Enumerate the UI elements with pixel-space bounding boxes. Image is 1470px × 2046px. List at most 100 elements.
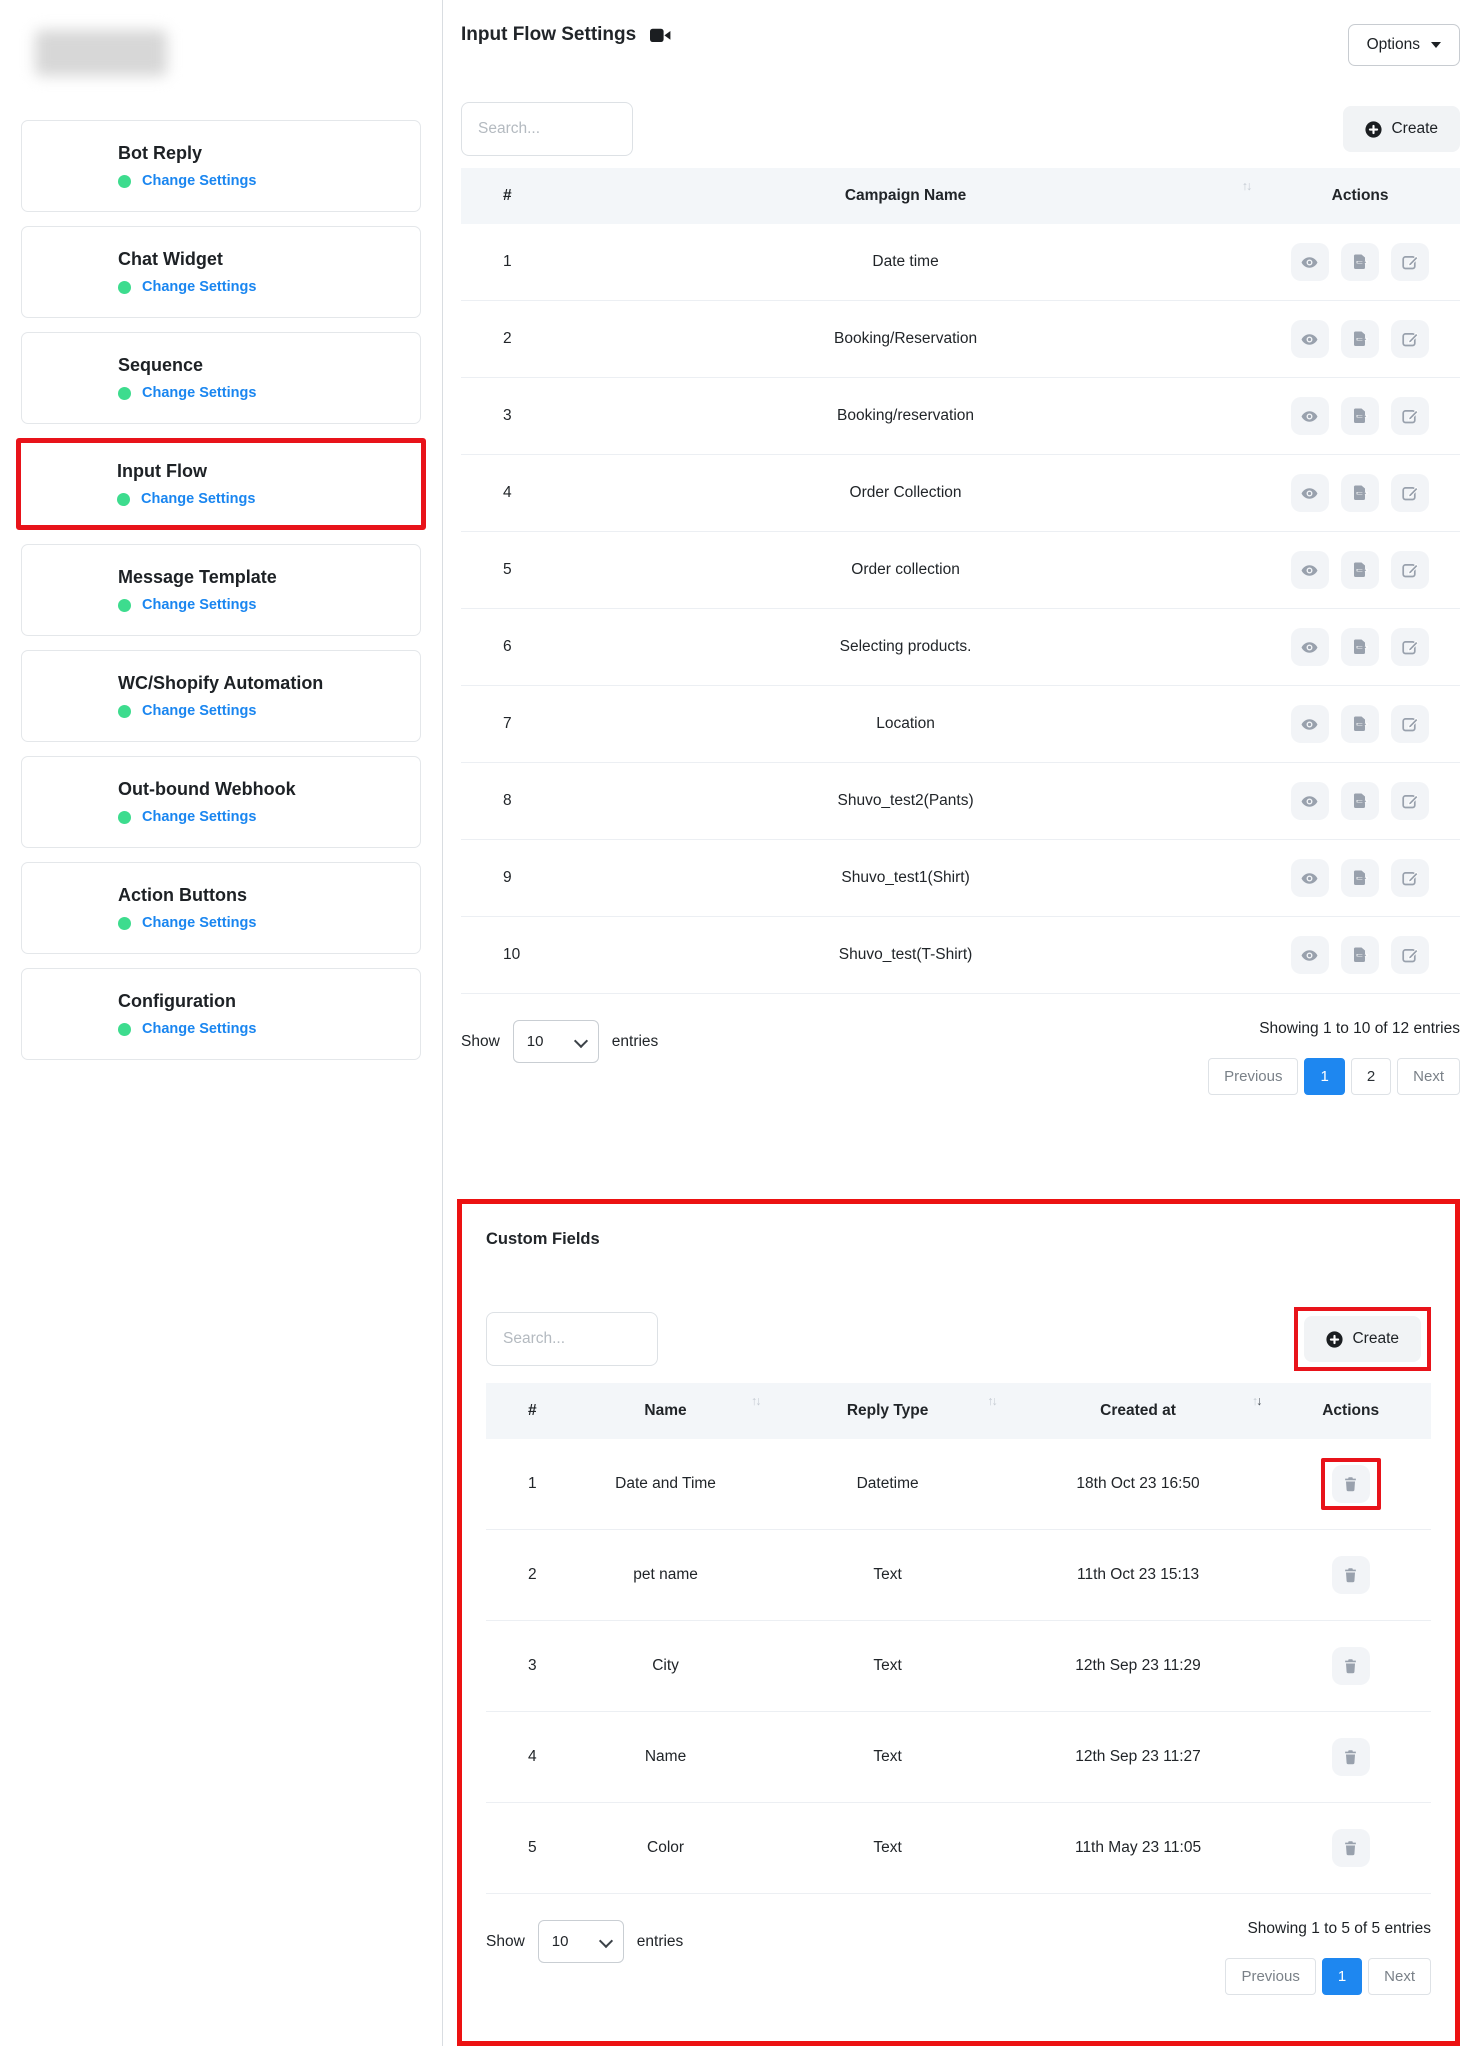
row-number: 7 bbox=[461, 686, 551, 763]
custom-fields-create-button[interactable]: Create bbox=[1304, 1316, 1421, 1362]
edit-button[interactable] bbox=[1391, 936, 1429, 974]
view-button[interactable] bbox=[1291, 628, 1329, 666]
video-camera-icon[interactable] bbox=[650, 28, 671, 43]
page-number-button[interactable]: 1 bbox=[1304, 1058, 1344, 1095]
row-actions bbox=[1260, 224, 1460, 301]
view-button[interactable] bbox=[1291, 859, 1329, 897]
edit-button[interactable] bbox=[1391, 859, 1429, 897]
view-button[interactable] bbox=[1291, 936, 1329, 974]
export-button[interactable] bbox=[1341, 397, 1379, 435]
field-name-cell: pet name bbox=[562, 1530, 770, 1621]
change-settings-link[interactable]: Change Settings bbox=[142, 915, 256, 931]
custom-fields-search-input[interactable] bbox=[486, 1312, 658, 1366]
sidebar-item-texts: Configuration Change Settings bbox=[118, 991, 256, 1037]
previous-button[interactable]: Previous bbox=[1225, 1958, 1315, 1995]
options-button[interactable]: Options bbox=[1348, 24, 1460, 66]
edit-button[interactable] bbox=[1391, 320, 1429, 358]
export-button[interactable] bbox=[1341, 859, 1379, 897]
page-number-button[interactable]: 1 bbox=[1322, 1958, 1362, 1995]
custom-fields-title: Custom Fields bbox=[486, 1230, 1431, 1249]
delete-button[interactable] bbox=[1332, 1829, 1370, 1867]
change-settings-link[interactable]: Change Settings bbox=[142, 279, 256, 295]
edit-button[interactable] bbox=[1391, 782, 1429, 820]
view-button[interactable] bbox=[1291, 551, 1329, 589]
shopify-bag-icon: S bbox=[42, 669, 96, 723]
change-settings-link[interactable]: Change Settings bbox=[142, 809, 256, 825]
sidebar-item[interactable]: Action Buttons Change Settings bbox=[21, 862, 421, 954]
edit-button[interactable] bbox=[1391, 243, 1429, 281]
sidebar-item-label: Configuration bbox=[118, 991, 256, 1012]
campaigns-create-button[interactable]: Create bbox=[1343, 106, 1460, 152]
view-button[interactable] bbox=[1291, 320, 1329, 358]
trash-icon bbox=[1343, 1567, 1358, 1583]
view-button[interactable] bbox=[1291, 397, 1329, 435]
view-button[interactable] bbox=[1291, 243, 1329, 281]
custom-fields-entries-select[interactable]: 10 bbox=[538, 1920, 624, 1963]
export-button[interactable] bbox=[1341, 320, 1379, 358]
delete-button[interactable] bbox=[1332, 1556, 1370, 1594]
page-number-button[interactable]: 2 bbox=[1351, 1058, 1391, 1095]
change-settings-link[interactable]: Change Settings bbox=[142, 173, 256, 189]
export-button[interactable] bbox=[1341, 243, 1379, 281]
status-dot bbox=[117, 493, 130, 506]
campaigns-entries-select[interactable]: 10 bbox=[513, 1020, 599, 1063]
change-settings-link[interactable]: Change Settings bbox=[142, 385, 256, 401]
sidebar-item[interactable]: S WC/Shopify Automation Change Settings bbox=[21, 650, 421, 742]
show-label: Show bbox=[461, 1033, 500, 1051]
change-settings-link[interactable]: Change Settings bbox=[141, 491, 255, 507]
edit-button[interactable] bbox=[1391, 397, 1429, 435]
sidebar-item[interactable]: Out-bound Webhook Change Settings bbox=[21, 756, 421, 848]
sidebar-item[interactable]: Configuration Change Settings bbox=[21, 968, 421, 1060]
sidebar-item[interactable]: Input Flow Change Settings bbox=[16, 438, 426, 530]
edit-button[interactable] bbox=[1391, 474, 1429, 512]
sidebar-item-status-row: Change Settings bbox=[118, 1021, 256, 1037]
sidebar-item[interactable]: Bot Reply Change Settings bbox=[21, 120, 421, 212]
plus-circle-icon bbox=[1365, 121, 1382, 138]
sidebar-item-status-row: Change Settings bbox=[118, 809, 296, 825]
title-row: Input Flow Settings bbox=[461, 24, 671, 46]
export-button[interactable] bbox=[1341, 782, 1379, 820]
delete-annotation-box bbox=[1321, 1822, 1381, 1874]
campaigns-table: # Campaign Name ↑↓ Actions 1 Date time bbox=[461, 168, 1460, 994]
column-header-actions: Actions bbox=[1260, 168, 1460, 224]
next-button[interactable]: Next bbox=[1368, 1958, 1431, 1995]
sort-icon[interactable]: ↑↓ bbox=[1252, 1394, 1261, 1408]
row-number: 6 bbox=[461, 609, 551, 686]
change-settings-link[interactable]: Change Settings bbox=[142, 1021, 256, 1037]
export-button[interactable] bbox=[1341, 474, 1379, 512]
custom-fields-section: Custom Fields Create # bbox=[457, 1199, 1460, 2046]
export-button[interactable] bbox=[1341, 551, 1379, 589]
sidebar-item-label: Bot Reply bbox=[118, 143, 256, 164]
export-button[interactable] bbox=[1341, 936, 1379, 974]
delete-annotation-box bbox=[1321, 1640, 1381, 1692]
view-button[interactable] bbox=[1291, 705, 1329, 743]
sort-icon[interactable]: ↑↓ bbox=[751, 1394, 760, 1408]
sort-icon[interactable]: ↑↓ bbox=[987, 1394, 996, 1408]
sidebar-item[interactable]: Sequence Change Settings bbox=[21, 332, 421, 424]
next-button[interactable]: Next bbox=[1397, 1058, 1460, 1095]
change-settings-link[interactable]: Change Settings bbox=[142, 597, 256, 613]
sidebar-item[interactable]: Message Template Change Settings bbox=[21, 544, 421, 636]
row-actions bbox=[1270, 1621, 1431, 1712]
sidebar: Bot Reply Change Settings Chat Widget Ch… bbox=[0, 0, 443, 2046]
status-dot bbox=[118, 175, 131, 188]
campaigns-search-input[interactable] bbox=[461, 102, 633, 156]
delete-button[interactable] bbox=[1332, 1465, 1370, 1503]
view-button[interactable] bbox=[1291, 782, 1329, 820]
previous-button[interactable]: Previous bbox=[1208, 1058, 1298, 1095]
delete-button[interactable] bbox=[1332, 1738, 1370, 1776]
sort-icon[interactable]: ↑↓ bbox=[1242, 179, 1251, 193]
custom-field-row: 5 Color Text 11th May 23 11:05 bbox=[486, 1803, 1431, 1894]
export-button[interactable] bbox=[1341, 705, 1379, 743]
view-button[interactable] bbox=[1291, 474, 1329, 512]
sidebar-item[interactable]: Chat Widget Change Settings bbox=[21, 226, 421, 318]
edit-button[interactable] bbox=[1391, 705, 1429, 743]
edit-button[interactable] bbox=[1391, 551, 1429, 589]
eye-icon bbox=[1301, 793, 1318, 810]
sidebar-item-texts: WC/Shopify Automation Change Settings bbox=[118, 673, 323, 719]
export-button[interactable] bbox=[1341, 628, 1379, 666]
edit-button[interactable] bbox=[1391, 628, 1429, 666]
campaign-row: 1 Date time bbox=[461, 224, 1460, 301]
change-settings-link[interactable]: Change Settings bbox=[142, 703, 256, 719]
delete-button[interactable] bbox=[1332, 1647, 1370, 1685]
